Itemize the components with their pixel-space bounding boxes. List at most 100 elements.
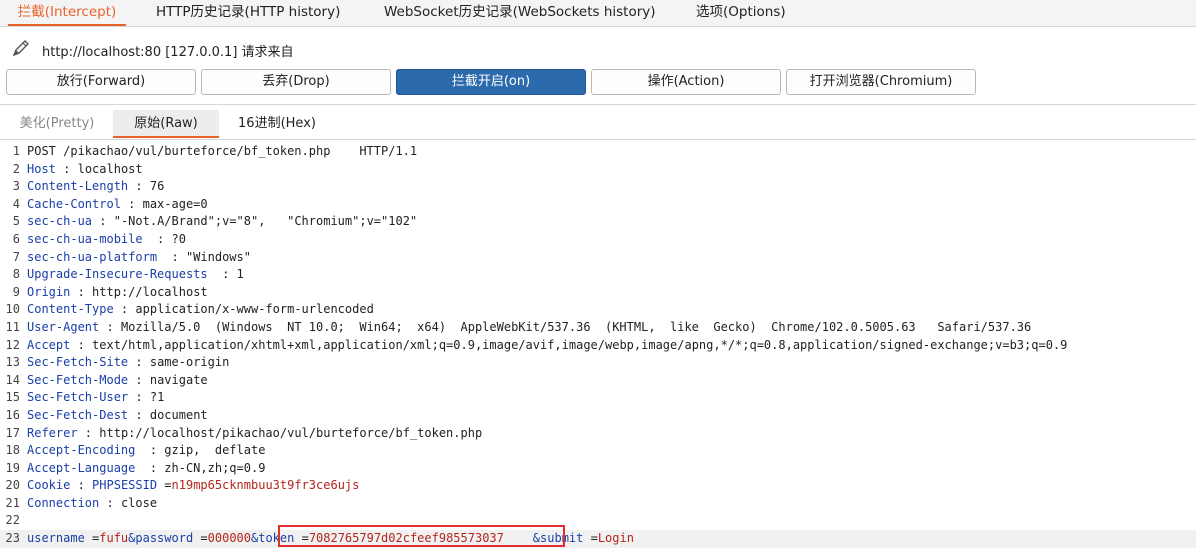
action-button[interactable]: 操作(Action) — [591, 69, 781, 95]
tab-pretty[interactable]: 美化(Pretty) — [6, 110, 108, 138]
line-number: 2 — [12, 161, 20, 176]
code-line[interactable]: 22 — [0, 512, 1196, 530]
code-line[interactable]: 2 Host : localhost — [0, 161, 1196, 179]
code-line[interactable]: 13 Sec-Fetch-Site : same-origin — [0, 354, 1196, 372]
intercept-toggle-button[interactable]: 拦截开启(on) — [396, 69, 586, 95]
header-value: ?0 — [171, 231, 186, 246]
raw-request-editor[interactable]: 1 POST /pikachao/vul/burteforce/bf_token.… — [0, 143, 1196, 548]
drop-button[interactable]: 丢弃(Drop) — [201, 69, 391, 95]
line-number: 1 — [12, 144, 20, 158]
header-name: sec-ch-ua-platform — [27, 249, 158, 264]
header-separator: : — [99, 319, 121, 334]
code-line[interactable]: 4 Cache-Control : max-age=0 — [0, 196, 1196, 214]
param-name: &password — [128, 531, 194, 546]
header-separator: : — [128, 355, 150, 370]
header-name: Sec-Fetch-Mode — [27, 372, 129, 387]
header-value: application/x-www-form-urlencoded — [135, 302, 374, 317]
line-content: Sec-Fetch-Mode : navigate — [27, 372, 208, 390]
header-value: zh-CN,zh;q=0.9 — [164, 460, 266, 475]
header-separator: : — [135, 443, 165, 458]
header-name: Referer — [27, 425, 78, 440]
line-content: Accept-Encoding : gzip, deflate — [27, 442, 265, 460]
body-line[interactable]: 23 username =fufu&password =000000&token … — [0, 530, 1196, 548]
action-button-row: 放行(Forward) 丢弃(Drop) 拦截开启(on) 操作(Action)… — [0, 67, 1196, 103]
tab-options[interactable]: 选项(Options) — [696, 0, 786, 26]
code-line[interactable]: 7 sec-ch-ua-platform : "Windows" — [0, 249, 1196, 267]
header-name: Origin — [27, 284, 71, 299]
request-line-text: POST /pikachao/vul/burteforce/bf_token.p… — [27, 144, 418, 158]
line-content: Cookie : PHPSESSID =n19mp65cknmbuu3t9fr3… — [27, 477, 359, 495]
code-line[interactable]: 10 Content-Type : application/x-www-form-… — [0, 301, 1196, 319]
line-number: 22 — [5, 513, 20, 528]
forward-button[interactable]: 放行(Forward) — [6, 69, 196, 95]
code-line[interactable]: 8 Upgrade-Insecure-Requests : 1 — [0, 266, 1196, 284]
line-content: Host : localhost — [27, 161, 143, 179]
line-content: Referer : http://localhost/pikachao/vul/… — [27, 425, 482, 443]
code-line[interactable]: 6 sec-ch-ua-mobile : ?0 — [0, 231, 1196, 249]
line-content: User-Agent : Mozilla/5.0 (Windows NT 10.… — [27, 319, 1031, 337]
cookie-separator: = — [157, 478, 172, 493]
header-separator: : — [92, 214, 114, 229]
line-number: 10 — [5, 302, 20, 317]
code-line[interactable]: 12 Accept : text/html,application/xhtml+x… — [0, 337, 1196, 355]
code-line[interactable]: 3 Content-Length : 76 — [0, 178, 1196, 196]
code-line[interactable]: 15 Sec-Fetch-User : ?1 — [0, 389, 1196, 407]
param-value: 000000 — [207, 531, 251, 546]
pencil-icon[interactable] — [10, 38, 32, 60]
header-name: Content-Length — [27, 179, 129, 194]
line-number: 14 — [5, 372, 20, 387]
divider — [0, 104, 1196, 105]
line-number: 7 — [12, 249, 20, 264]
header-name: Connection — [27, 495, 100, 510]
code-line[interactable]: 1 POST /pikachao/vul/burteforce/bf_token.… — [0, 143, 1196, 161]
code-line[interactable]: 21 Connection : close — [0, 495, 1196, 513]
request-info-bar: http://localhost:80 [127.0.0.1] 请求来自 — [0, 27, 1196, 67]
header-name: Sec-Fetch-Site — [27, 355, 129, 370]
header-name: Accept-Language — [27, 460, 136, 475]
line-number: 13 — [5, 355, 20, 370]
code-line[interactable]: 20 Cookie : PHPSESSID =n19mp65cknmbuu3t9f… — [0, 477, 1196, 495]
code-line[interactable]: 17 Referer : http://localhost/pikachao/vu… — [0, 425, 1196, 443]
code-line[interactable]: 9 Origin : http://localhost — [0, 284, 1196, 302]
header-name: Sec-Fetch-User — [27, 390, 129, 405]
header-separator: : — [70, 337, 93, 352]
header-name: User-Agent — [27, 319, 100, 334]
header-separator: : — [55, 161, 78, 176]
tab-hex[interactable]: 16进制(Hex) — [224, 110, 330, 138]
tab-websockets-history[interactable]: WebSocket历史记录(WebSockets history) — [384, 0, 656, 26]
line-number: 20 — [5, 478, 20, 493]
header-separator: : — [70, 478, 93, 493]
open-browser-button[interactable]: 打开浏览器(Chromium) — [786, 69, 976, 95]
line-content: Sec-Fetch-Site : same-origin — [27, 354, 229, 372]
code-line[interactable]: 16 Sec-Fetch-Dest : document — [0, 407, 1196, 425]
line-number: 19 — [5, 460, 20, 475]
header-value: text/html,application/xhtml+xml,applicat… — [92, 337, 1068, 352]
top-tab-bar: 拦截(Intercept) HTTP历史记录(HTTP history) Web… — [0, 0, 1196, 27]
header-separator: : — [128, 407, 150, 422]
header-value: http://localhost — [92, 284, 208, 299]
header-name: Content-Type — [27, 302, 114, 317]
code-line[interactable]: 19 Accept-Language : zh-CN,zh;q=0.9 — [0, 460, 1196, 478]
line-number: 9 — [12, 284, 20, 299]
request-target: http://localhost:80 [127.0.0.1] 请求来自 — [42, 45, 294, 60]
header-separator: : — [207, 267, 237, 282]
code-line[interactable]: 14 Sec-Fetch-Mode : navigate — [0, 372, 1196, 390]
tab-raw[interactable]: 原始(Raw) — [113, 110, 219, 138]
line-content: Sec-Fetch-Dest : document — [27, 407, 208, 425]
code-line[interactable]: 18 Accept-Encoding : gzip, deflate — [0, 442, 1196, 460]
header-value: same-origin — [149, 355, 230, 370]
header-name: Accept-Encoding — [27, 443, 136, 458]
tab-intercept[interactable]: 拦截(Intercept) — [8, 0, 126, 26]
line-number: 5 — [12, 214, 20, 229]
line-content: POST /pikachao/vul/burteforce/bf_token.p… — [27, 143, 417, 161]
code-line[interactable]: 5 sec-ch-ua : "-Not.A/Brand";v="8", "Chro… — [0, 213, 1196, 231]
header-separator: : — [99, 495, 121, 510]
line-content: Accept-Language : zh-CN,zh;q=0.9 — [27, 460, 265, 478]
tab-http-history[interactable]: HTTP历史记录(HTTP history) — [156, 0, 340, 26]
cookie-name: PHPSESSID — [92, 478, 158, 493]
cookie-value: n19mp65cknmbuu3t9fr3ce6ujs — [171, 478, 360, 493]
code-line[interactable]: 11 User-Agent : Mozilla/5.0 (Windows NT 1… — [0, 319, 1196, 337]
header-value: localhost — [77, 161, 143, 176]
message-view-tabs: 美化(Pretty) 原始(Raw) 16进制(Hex) — [0, 110, 1196, 140]
header-name: Upgrade-Insecure-Requests — [27, 267, 208, 282]
